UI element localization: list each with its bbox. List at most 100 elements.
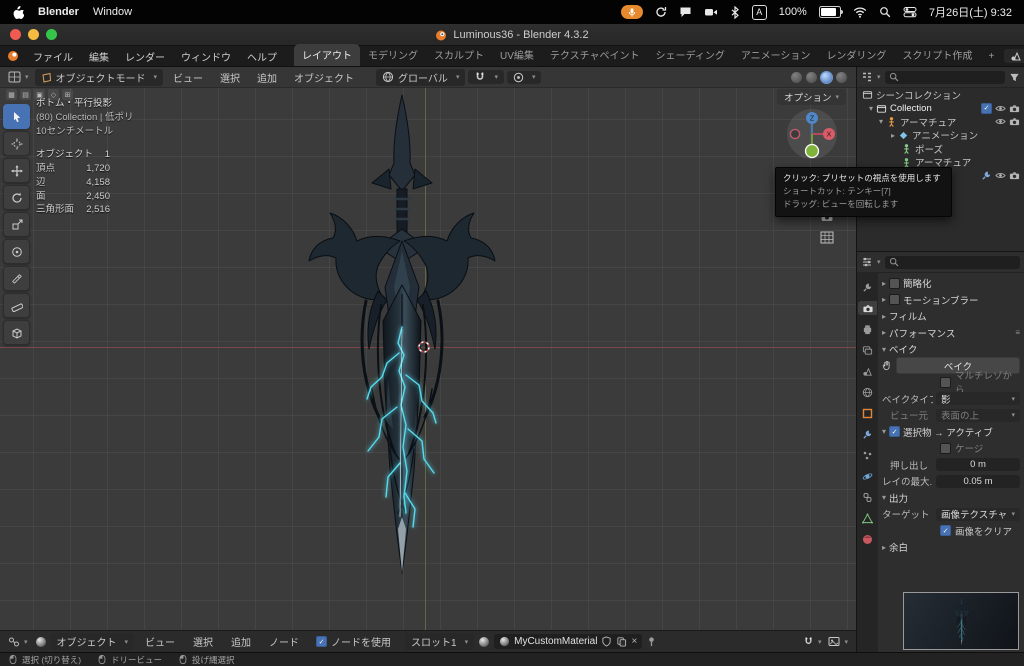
- selected-to-active-row[interactable]: 選択物 → アクティブ: [882, 424, 1020, 441]
- hide-eye-icon[interactable]: [995, 116, 1006, 127]
- chevron-right-icon[interactable]: [882, 278, 886, 289]
- tab-physics-properties[interactable]: [858, 469, 877, 483]
- chevron-down-icon[interactable]: [882, 492, 886, 503]
- zoom-window-button[interactable]: [46, 29, 57, 40]
- shader-menu-view[interactable]: ビュー: [138, 632, 182, 651]
- unlink-material-icon[interactable]: ×: [631, 636, 637, 647]
- tab-layout[interactable]: レイアウト: [294, 44, 360, 66]
- outliner-row-scene-collection[interactable]: シーンコレクション: [857, 88, 1024, 102]
- scene-selector[interactable]: Scene: [1004, 49, 1024, 63]
- measure-tool[interactable]: [3, 293, 30, 318]
- use-nodes-checkbox[interactable]: [316, 636, 327, 647]
- apple-icon[interactable]: [12, 5, 24, 19]
- tab-tool-properties[interactable]: [858, 280, 877, 294]
- hide-eye-icon[interactable]: [995, 170, 1006, 181]
- blender-menu-icon[interactable]: [6, 50, 20, 62]
- chevron-down-icon[interactable]: [869, 103, 873, 114]
- backdrop-widget[interactable]: [828, 636, 848, 647]
- filter-icon[interactable]: [1009, 72, 1020, 83]
- chevron-right-icon[interactable]: [891, 130, 895, 141]
- tab-data-properties[interactable]: [858, 511, 877, 525]
- annotate-tool[interactable]: [3, 266, 30, 291]
- move-tool[interactable]: [3, 158, 30, 183]
- panel-margin[interactable]: 余白: [882, 539, 1020, 556]
- hide-eye-icon[interactable]: [995, 103, 1006, 114]
- use-nodes-toggle[interactable]: ノードを使用: [316, 634, 391, 649]
- shader-menu-add[interactable]: 追加: [224, 632, 258, 651]
- tab-texture-paint[interactable]: テクスチャペイント: [542, 44, 648, 66]
- tab-world-properties[interactable]: [858, 385, 877, 399]
- tab-modeling[interactable]: モデリング: [360, 44, 426, 66]
- render-camera-icon[interactable]: [1009, 116, 1020, 127]
- fake-user-shield-icon[interactable]: [601, 636, 612, 647]
- tab-material-properties[interactable]: [858, 532, 877, 546]
- tab-animation[interactable]: アニメーション: [733, 44, 819, 66]
- shader-menu-node[interactable]: ノード: [262, 632, 306, 651]
- panel-performance[interactable]: パフォーマンス ≡: [882, 325, 1020, 342]
- menu-edit[interactable]: 編集: [82, 47, 116, 66]
- render-camera-icon[interactable]: [1009, 103, 1020, 114]
- tab-shading[interactable]: シェーディング: [648, 44, 733, 66]
- outliner-editor-icon[interactable]: [861, 71, 881, 83]
- shading-rendered-toggle[interactable]: [836, 72, 847, 83]
- cage-checkbox[interactable]: [940, 443, 951, 454]
- chevron-right-icon[interactable]: [882, 542, 886, 553]
- vp-menu-object[interactable]: オブジェクト: [287, 68, 361, 87]
- collection-checkbox[interactable]: [981, 103, 992, 114]
- chevron-down-icon[interactable]: [882, 344, 886, 355]
- outliner-row-armature[interactable]: アーマチュア: [857, 115, 1024, 129]
- tool-options-dropdown[interactable]: オプション: [777, 89, 846, 105]
- outliner-row-animation[interactable]: アニメーション: [857, 129, 1024, 143]
- editor-type-icon[interactable]: [5, 71, 32, 83]
- bake-type-dropdown[interactable]: 影: [936, 392, 1020, 405]
- target-dropdown[interactable]: 画像テクスチャ: [936, 508, 1020, 521]
- max-ray-value-field[interactable]: 0.05 m: [936, 475, 1020, 488]
- cursor-tool[interactable]: [3, 131, 30, 156]
- shader-type-selector[interactable]: オブジェクト: [51, 633, 135, 650]
- grid-mini-icon[interactable]: ▦: [6, 89, 17, 100]
- select-box-tool[interactable]: [3, 104, 30, 129]
- menu-window[interactable]: ウィンドウ: [174, 47, 238, 66]
- transform-tool[interactable]: [3, 239, 30, 264]
- search-icon[interactable]: [879, 6, 891, 18]
- material-name-field[interactable]: MyCustomMaterial ×: [494, 634, 642, 649]
- view-from-dropdown[interactable]: 表面の上: [936, 409, 1020, 422]
- menu-render[interactable]: レンダー: [118, 47, 172, 66]
- add-cube-tool[interactable]: [3, 320, 30, 345]
- panel-output[interactable]: 出力: [882, 490, 1020, 507]
- vp-menu-add[interactable]: 追加: [250, 68, 284, 87]
- sword-model[interactable]: [302, 89, 502, 589]
- menu-file[interactable]: ファイル: [26, 47, 80, 66]
- chevron-right-icon[interactable]: [882, 327, 886, 338]
- vp-menu-view[interactable]: ビュー: [166, 68, 210, 87]
- app-menu[interactable]: Blender: [38, 6, 79, 18]
- properties-editor-icon[interactable]: [861, 256, 881, 268]
- render-camera-icon[interactable]: [1009, 170, 1020, 181]
- pin-icon[interactable]: [646, 636, 657, 647]
- material-slot-selector[interactable]: スロット1: [405, 633, 474, 650]
- panel-menu-icon[interactable]: ≡: [1015, 328, 1020, 337]
- multires-checkbox[interactable]: [940, 377, 951, 388]
- tab-particles-properties[interactable]: [858, 448, 877, 462]
- render-preview-thumbnail[interactable]: [903, 592, 1019, 650]
- chevron-right-icon[interactable]: [882, 311, 886, 322]
- chevron-down-icon[interactable]: [879, 116, 883, 127]
- simplify-checkbox[interactable]: [889, 278, 900, 289]
- vp-menu-select[interactable]: 選択: [213, 68, 247, 87]
- menu-help[interactable]: ヘルプ: [240, 47, 284, 66]
- chevron-right-icon[interactable]: [882, 294, 886, 305]
- tab-render-properties[interactable]: [858, 301, 877, 315]
- properties-search-input[interactable]: [885, 256, 1020, 269]
- tab-viewlayer-properties[interactable]: [858, 343, 877, 357]
- snap-toggle[interactable]: [468, 70, 504, 84]
- panel-simplify[interactable]: 簡略化: [882, 275, 1020, 292]
- tab-rendering[interactable]: レンダリング: [818, 44, 894, 66]
- transform-orientation-selector[interactable]: グローバル: [376, 69, 465, 86]
- video-icon[interactable]: [704, 6, 718, 18]
- tab-scene-properties[interactable]: [858, 364, 877, 378]
- 3d-viewport[interactable]: ▦ ▤ ▣ ◇ ⊞ ボトム・平行投影 (80) Collection | 低ポリ…: [0, 88, 856, 630]
- tab-scripting[interactable]: スクリプト作成: [894, 44, 980, 66]
- bluetooth-icon[interactable]: [730, 6, 740, 19]
- shader-menu-select[interactable]: 選択: [186, 632, 220, 651]
- scale-tool[interactable]: [3, 212, 30, 237]
